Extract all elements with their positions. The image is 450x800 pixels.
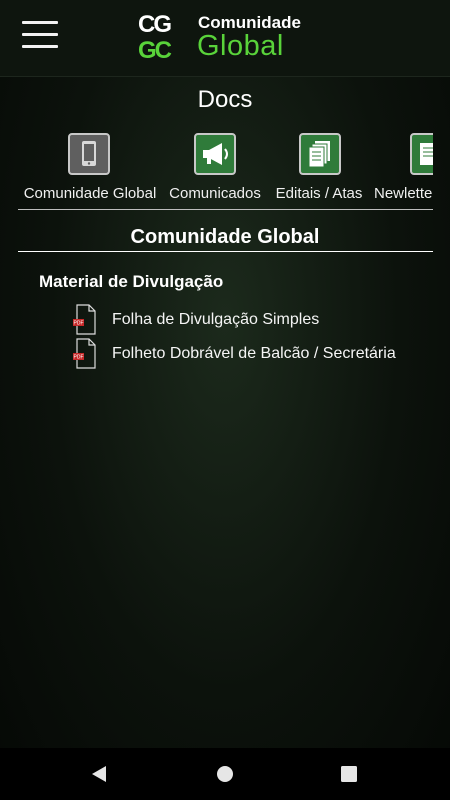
tab-label: Newletters — [374, 185, 433, 202]
svg-text:PDF: PDF — [74, 321, 84, 327]
section-title: Comunidade Global — [130, 226, 320, 248]
newsletter-icon — [410, 133, 433, 175]
logo-mark-row2: GC — [138, 37, 172, 64]
logo-mark: CG GC — [138, 13, 188, 65]
megaphone-icon — [194, 133, 236, 175]
section-divider — [18, 251, 433, 252]
document-label: Folha de Divulgação Simples — [112, 311, 320, 328]
svg-text:PDF: PDF — [74, 355, 84, 361]
document-label: Folheto Dobrável de Balcão / Secretária — [112, 345, 396, 362]
tabs-divider — [18, 209, 433, 210]
tab-label: Comunidade Global — [23, 185, 157, 202]
document-link[interactable]: PDF Folheto Dobrável de Balcão / Secretá… — [72, 338, 432, 370]
back-triangle-icon[interactable] — [90, 765, 108, 783]
tab-comunicados[interactable]: Comunicados — [166, 130, 264, 208]
pdf-file-icon: PDF — [73, 338, 96, 369]
home-circle-icon[interactable] — [216, 765, 234, 783]
logo-mark-row1: CG — [138, 11, 172, 38]
tab-newletters[interactable]: Newletters — [374, 130, 433, 208]
documents-icon — [299, 133, 341, 175]
logo-text-line2: Global — [197, 30, 284, 62]
docs-category-tabs: Comunidade Global Comunicados Editais / … — [18, 130, 433, 208]
tab-label: Comunicados — [169, 185, 261, 202]
app-header: CG GC Comunidade Global — [0, 0, 450, 77]
smartphone-icon — [68, 133, 110, 175]
tab-comunidade-global[interactable]: Comunidade Global — [18, 130, 162, 208]
recents-square-icon[interactable] — [341, 766, 357, 782]
android-navigation-bar — [0, 748, 450, 800]
category-heading: Material de Divulgação — [39, 272, 224, 291]
page-title: Docs — [197, 86, 253, 113]
tab-editais-atas[interactable]: Editais / Atas — [270, 130, 368, 208]
tab-label: Editais / Atas — [275, 185, 363, 202]
hamburger-menu-icon[interactable] — [22, 21, 58, 49]
pdf-file-icon: PDF — [73, 304, 96, 335]
app-logo: CG GC Comunidade Global — [138, 13, 318, 65]
document-link[interactable]: PDF Folha de Divulgação Simples — [72, 304, 432, 336]
